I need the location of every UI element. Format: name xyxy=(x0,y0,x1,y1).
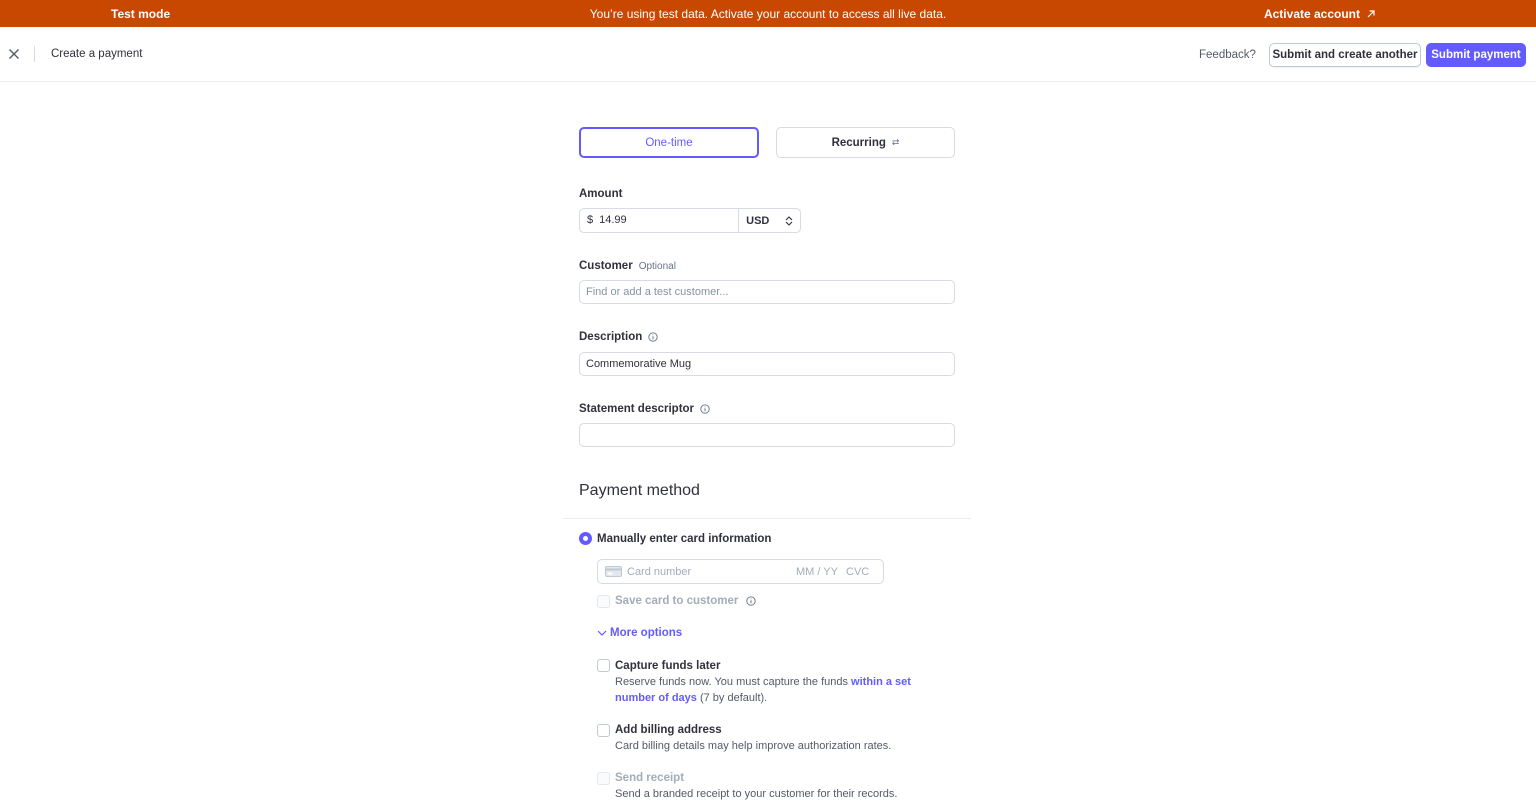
statement-descriptor-input[interactable] xyxy=(579,423,955,447)
statement-descriptor-label-text: Statement descriptor xyxy=(579,403,695,415)
test-mode-banner: Test mode You’re using test data. Activa… xyxy=(0,0,1536,27)
billing-address-checkbox[interactable] xyxy=(597,724,610,737)
card-cvc-placeholder: CVC xyxy=(846,566,870,578)
more-options-toggle[interactable]: More options xyxy=(597,627,682,639)
capture-later-desc-prefix: Reserve funds now. You must capture the … xyxy=(615,676,852,688)
description-label-text: Description xyxy=(579,331,643,343)
page-title: Create a payment xyxy=(51,48,143,60)
info-icon[interactable] xyxy=(746,596,757,606)
billing-address-description: Card billing details may help improve au… xyxy=(615,740,892,752)
description-input[interactable]: Commemorative Mug xyxy=(579,352,955,376)
send-receipt-checkbox[interactable] xyxy=(597,772,610,785)
statement-descriptor-label: Statement descriptor xyxy=(579,403,710,415)
info-icon[interactable] xyxy=(700,404,710,414)
description-label: Description xyxy=(579,331,658,343)
submit-payment-button[interactable]: Submit payment xyxy=(1426,43,1526,67)
tab-one-time[interactable]: One-time xyxy=(579,127,759,158)
customer-search-input[interactable]: Find or add a test customer... xyxy=(579,280,955,304)
amount-label: Amount xyxy=(579,188,622,200)
credit-card-icon xyxy=(605,566,622,577)
chevron-updown-icon xyxy=(785,215,793,226)
save-card-checkbox[interactable] xyxy=(597,595,610,608)
card-number-placeholder: Card number xyxy=(627,566,692,578)
chevron-down-icon xyxy=(597,630,607,636)
customer-label: Customer Optional xyxy=(579,260,676,272)
card-input[interactable]: Card number MM / YY CVC xyxy=(597,559,884,584)
external-arrow-icon xyxy=(1367,10,1375,18)
tab-one-time-label: One-time xyxy=(645,136,693,149)
currency-select[interactable]: USD xyxy=(739,209,800,232)
page-header: Create a payment Feedback? Submit and cr… xyxy=(0,27,1536,82)
send-receipt-description: Send a branded receipt to your customer … xyxy=(615,788,898,800)
header-divider xyxy=(34,46,35,62)
manual-card-label[interactable]: Manually enter card information xyxy=(597,533,771,545)
recurring-icon: ⇄ xyxy=(891,137,900,147)
tab-recurring-label: Recurring xyxy=(831,136,886,149)
activate-account-label: Activate account xyxy=(1263,7,1360,21)
tab-recurring[interactable]: Recurring ⇄ xyxy=(776,127,955,158)
capture-later-desc-suffix: (7 by default). xyxy=(696,692,768,704)
currency-symbol: $ xyxy=(587,214,594,226)
close-icon[interactable] xyxy=(6,46,22,62)
activate-account-link[interactable]: Activate account xyxy=(1264,7,1376,21)
manual-card-radio[interactable] xyxy=(579,532,592,545)
more-options-label: More options xyxy=(610,627,683,639)
capture-later-description: Reserve funds now. You must capture the … xyxy=(615,674,925,706)
info-icon[interactable] xyxy=(648,332,658,342)
capture-later-checkbox[interactable] xyxy=(597,659,610,672)
capture-later-label[interactable]: Capture funds later xyxy=(615,660,720,672)
save-card-label: Save card to customer xyxy=(615,595,757,607)
amount-label-text: Amount xyxy=(579,188,623,200)
feedback-link[interactable]: Feedback? xyxy=(1199,49,1256,61)
currency-value: USD xyxy=(746,214,770,227)
amount-field: $ 14.99 USD xyxy=(579,208,801,233)
send-receipt-label: Send receipt xyxy=(615,772,685,784)
amount-input[interactable]: 14.99 xyxy=(599,209,740,232)
optional-tag: Optional xyxy=(638,260,676,272)
customer-label-text: Customer xyxy=(579,260,633,272)
payment-method-heading: Payment method xyxy=(579,482,700,499)
save-card-label-text: Save card to customer xyxy=(615,595,739,607)
submit-and-create-another-button[interactable]: Submit and create another xyxy=(1269,43,1421,67)
card-expiry-placeholder: MM / YY xyxy=(796,566,838,578)
billing-address-label[interactable]: Add billing address xyxy=(615,724,722,736)
section-divider xyxy=(563,518,971,519)
